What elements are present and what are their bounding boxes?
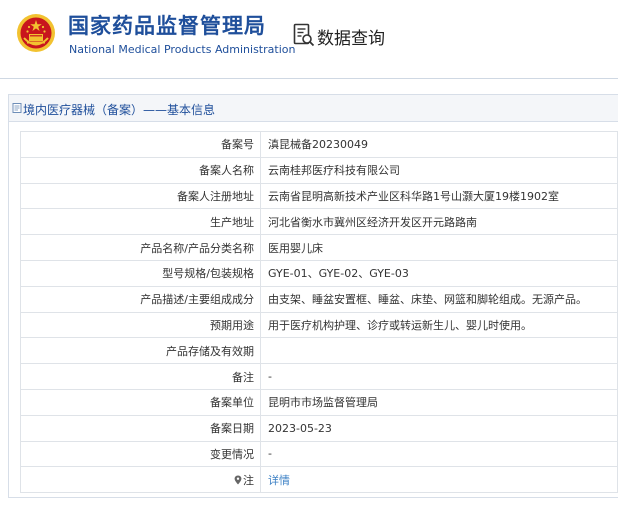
- row-label: 备案单位: [20, 388, 261, 416]
- table-row: 生产地址 河北省衡水市冀州区经济开发区开元路路南: [20, 208, 618, 236]
- row-label: 变更情况: [20, 440, 261, 468]
- note-value-cell: 详情: [260, 466, 618, 494]
- row-value: -: [260, 363, 618, 390]
- site-header: 国家药品监督管理局 National Medical Products Admi…: [0, 0, 618, 78]
- row-label: 产品描述/主要组成成分: [20, 285, 261, 313]
- row-label: 预期用途: [20, 311, 261, 339]
- basic-info-panel: 境内医疗器械（备案）——基本信息 备案号 滇昆械备20230049 备案人名称 …: [8, 94, 618, 498]
- row-value: 由支架、睡盆安置框、睡盆、床垫、网篮和脚轮组成。无源产品。: [260, 285, 618, 313]
- row-value: 云南省昆明高新技术产业区科华路1号山灏大厦19楼1902室: [260, 182, 618, 210]
- row-value: [260, 337, 618, 365]
- row-label: 备案人名称: [20, 156, 261, 184]
- panel-header: 境内医疗器械（备案）——基本信息: [9, 95, 618, 122]
- table-row: 备案号 滇昆械备20230049: [20, 131, 618, 158]
- data-query-title: 数据查询: [317, 29, 385, 49]
- row-label: 生产地址: [20, 208, 261, 236]
- table-row: 产品存储及有效期: [20, 337, 618, 365]
- table-row: 变更情况 -: [20, 440, 618, 468]
- row-value: 2023-05-23: [260, 414, 618, 442]
- header-divider: [0, 78, 618, 79]
- table-row: 备案单位 昆明市市场监督管理局: [20, 388, 618, 416]
- note-row: 注 详情: [20, 466, 618, 494]
- table-row: 产品描述/主要组成成分 由支架、睡盆安置框、睡盆、床垫、网篮和脚轮组成。无源产品…: [20, 285, 618, 313]
- panel-title: 境内医疗器械（备案）——基本信息: [23, 103, 216, 117]
- note-label: 注: [243, 473, 254, 487]
- row-label: 备案号: [20, 131, 261, 158]
- note-label-cell: 注: [20, 466, 261, 494]
- row-label: 备案人注册地址: [20, 182, 261, 210]
- row-value: 医用婴儿床: [260, 234, 618, 261]
- document-search-icon: [293, 23, 315, 47]
- row-label: 备案日期: [20, 414, 261, 442]
- site-title: 国家药品监督管理局: [68, 14, 266, 38]
- basic-info-table: 备案号 滇昆械备20230049 备案人名称 云南桂邦医疗科技有限公司 备案人注…: [20, 131, 618, 494]
- row-label: 产品名称/产品分类名称: [20, 234, 261, 261]
- details-link[interactable]: 详情: [268, 474, 290, 487]
- pin-icon: [234, 475, 242, 485]
- row-value: 滇昆械备20230049: [260, 131, 618, 158]
- table-row: 备注 -: [20, 363, 618, 390]
- table-row: 备案日期 2023-05-23: [20, 414, 618, 442]
- row-value: 昆明市市场监督管理局: [260, 388, 618, 416]
- site-subtitle-en: National Medical Products Administration: [69, 43, 296, 56]
- table-row: 预期用途 用于医疗机构护理、诊疗或转运新生儿、婴儿时使用。: [20, 311, 618, 339]
- row-value: 云南桂邦医疗科技有限公司: [260, 156, 618, 184]
- national-emblem-icon: [17, 14, 55, 52]
- row-label: 产品存储及有效期: [20, 337, 261, 365]
- table-row: 型号规格/包装规格 GYE-01、GYE-02、GYE-03: [20, 259, 618, 287]
- row-value: 用于医疗机构护理、诊疗或转运新生儿、婴儿时使用。: [260, 311, 618, 339]
- document-icon: [12, 103, 22, 113]
- table-row: 备案人注册地址 云南省昆明高新技术产业区科华路1号山灏大厦19楼1902室: [20, 182, 618, 210]
- table-row: 备案人名称 云南桂邦医疗科技有限公司: [20, 156, 618, 184]
- row-label: 备注: [20, 363, 261, 390]
- row-label: 型号规格/包装规格: [20, 259, 261, 287]
- row-value: 河北省衡水市冀州区经济开发区开元路路南: [260, 208, 618, 236]
- row-value: -: [260, 440, 618, 468]
- row-value: GYE-01、GYE-02、GYE-03: [260, 259, 618, 287]
- table-row: 产品名称/产品分类名称 医用婴儿床: [20, 234, 618, 261]
